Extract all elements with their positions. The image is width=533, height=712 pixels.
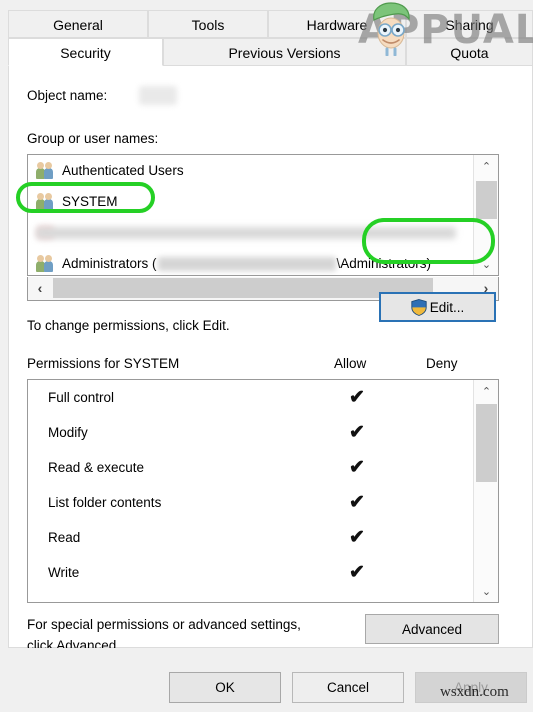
permission-name: Modify [48,425,88,440]
security-properties-dialog: General Tools Hardware Sharing Security … [0,0,533,712]
allow-checkmark-icon[interactable]: ✔ [344,458,370,477]
scroll-up-icon[interactable]: ⌃ [474,380,498,402]
domain-redacted [157,257,336,272]
tab-general[interactable]: General [8,10,148,38]
allow-column-header: Allow [334,356,367,371]
tab-row-1: General Tools Hardware Sharing [8,10,533,38]
table-row[interactable]: Read & execute ✔ [28,450,473,485]
ok-button-label: OK [215,680,235,695]
permission-name: Write [48,565,80,580]
edit-button[interactable]: Edit... [379,292,496,322]
hscrollbar-thumb[interactable] [53,278,433,298]
scroll-down-icon[interactable]: ⌄ [474,253,498,275]
tab-sharing[interactable]: Sharing [406,10,533,38]
permissions-list[interactable]: Full control ✔ Modify ✔ Read & execute ✔… [27,379,499,603]
list-item[interactable]: Administrators ( \Administrators) [28,248,473,275]
group-users-icon [36,162,55,179]
tab-quota-label: Quota [450,45,489,61]
group-or-user-names-label: Group or user names: [27,131,159,146]
list-item-label: Administrators ( \Administrators) [62,255,432,272]
scroll-up-icon[interactable]: ⌃ [474,155,498,177]
tab-hardware[interactable]: Hardware [268,10,406,38]
table-row[interactable]: Modify ✔ [28,415,473,450]
table-row[interactable]: Read ✔ [28,520,473,555]
tab-previous-versions-label: Previous Versions [228,45,341,61]
tab-sharing-label: Sharing [445,17,494,33]
group-users-icon [36,255,55,272]
advanced-hint-line-1: For special permissions or advanced sett… [27,617,301,632]
group-user-names-list[interactable]: Authenticated Users SYSTEM Administrator… [27,154,499,276]
allow-checkmark-icon[interactable]: ✔ [344,563,370,582]
tab-quota[interactable]: Quota [406,38,533,66]
permission-name: Read & execute [48,460,145,475]
security-tab-panel: Object name: Group or user names: Authen… [8,66,533,653]
tab-security-label: Security [60,45,111,61]
advanced-button-label: Advanced [401,621,463,637]
tab-previous-versions[interactable]: Previous Versions [163,38,406,66]
permission-rows: Full control ✔ Modify ✔ Read & execute ✔… [28,380,473,602]
table-row[interactable]: Full control ✔ [28,380,473,415]
group-list-vertical-scrollbar[interactable]: ⌃ ⌄ [473,155,498,275]
scroll-left-icon[interactable]: ‹ [28,277,52,299]
administrators-suffix: \Administrators) [336,255,432,271]
allow-checkmark-icon[interactable]: ✔ [344,493,370,512]
group-users-icon [36,193,55,210]
advanced-button[interactable]: Advanced [365,614,499,644]
edit-button-label: Edit... [429,299,465,315]
tab-strip: General Tools Hardware Sharing Security … [8,10,533,66]
permission-name: List folder contents [48,495,162,510]
tab-tools[interactable]: Tools [148,10,268,38]
edit-hint-text: To change permissions, click Edit. [27,318,230,333]
list-item-label: Authenticated Users [62,163,184,178]
group-user-rows: Authenticated Users SYSTEM Administrator… [28,155,473,275]
table-row[interactable]: List folder contents ✔ [28,485,473,520]
tab-row-2: Security Previous Versions Quota [8,38,533,66]
list-item-label: SYSTEM [62,194,118,209]
allow-checkmark-icon[interactable]: ✔ [344,528,370,547]
tab-tools-label: Tools [191,17,225,33]
cancel-button[interactable]: Cancel [292,672,404,703]
uac-shield-icon [411,298,427,316]
object-name-value-redacted [139,86,177,105]
permissions-for-label: Permissions for SYSTEM [27,356,180,371]
scrollbar-thumb[interactable] [476,404,497,482]
list-item-redacted[interactable] [28,217,473,248]
deny-column-header: Deny [426,356,458,371]
object-name-label: Object name: [27,88,108,103]
permission-name: Full control [48,390,115,405]
table-row[interactable]: Write ✔ [28,555,473,590]
permission-name: Read [48,530,81,545]
scrollbar-thumb[interactable] [476,181,497,219]
wsxdn-watermark: wsxdn.com [440,684,509,700]
tab-security[interactable]: Security [8,38,163,66]
list-item[interactable]: Authenticated Users [28,155,473,186]
tab-general-label: General [53,17,103,33]
permissions-vertical-scrollbar[interactable]: ⌃ ⌄ [473,380,498,602]
allow-checkmark-icon[interactable]: ✔ [344,388,370,407]
scroll-down-icon[interactable]: ⌄ [474,580,498,602]
allow-checkmark-icon[interactable]: ✔ [344,423,370,442]
administrators-prefix: Administrators ( [62,255,157,271]
redacted-label [36,226,456,239]
tab-hardware-label: Hardware [306,17,368,33]
list-item[interactable]: SYSTEM [28,186,473,217]
cancel-button-label: Cancel [326,680,370,695]
ok-button[interactable]: OK [169,672,281,703]
